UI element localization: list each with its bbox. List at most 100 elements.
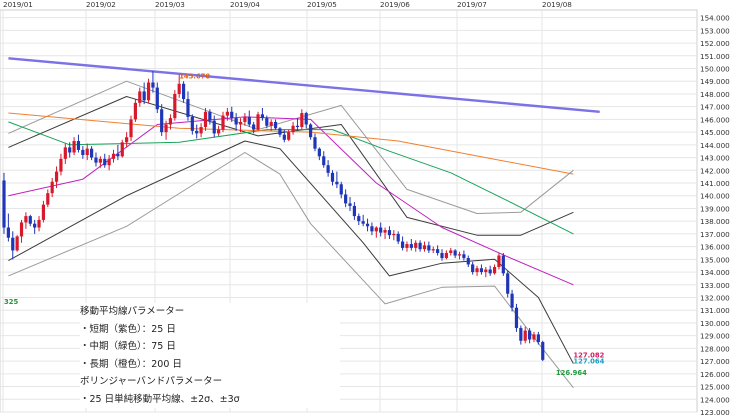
candle-body [506, 273, 510, 294]
candle-body [221, 115, 225, 130]
candle-body [335, 181, 339, 185]
candle-body [98, 158, 102, 163]
candle-body [195, 130, 199, 134]
candle-body [111, 153, 116, 159]
annotation-low: 126.964 [556, 369, 587, 377]
y-tick-label: 146.000 [700, 115, 730, 124]
candle-body [365, 223, 370, 227]
candle-body [116, 153, 120, 157]
candle-body [379, 227, 383, 233]
y-tick-label: 133.000 [700, 281, 730, 290]
y-tick-label: 124.000 [700, 395, 730, 404]
candle-body [278, 128, 282, 135]
candle-body [523, 330, 527, 341]
x-tick-label: 2019/06 [380, 0, 410, 9]
candle-body [528, 330, 532, 340]
candle-body [383, 230, 387, 233]
candle-body [361, 221, 365, 224]
x-tick-label: 2019/03 [155, 0, 185, 9]
y-tick-label: 154.000 [700, 14, 730, 23]
candle-body [247, 116, 251, 125]
candle-body [46, 193, 50, 205]
candle-body [59, 158, 63, 172]
annotation-high: 145.670 [179, 73, 210, 81]
candle-body [155, 87, 159, 110]
candle-body [54, 171, 59, 182]
y-tick-label: 143.000 [700, 154, 730, 163]
x-tick-label: 2019/05 [307, 0, 337, 9]
candle-body [344, 194, 348, 204]
y-tick-label: 137.000 [700, 230, 730, 239]
candle-body [217, 129, 221, 134]
candle-body [146, 82, 151, 101]
candle-body [120, 142, 124, 157]
candle-body [326, 165, 330, 173]
candle-body [177, 83, 181, 94]
candle-body [304, 113, 308, 125]
candle-body [252, 124, 256, 130]
ma-params-title: 移動平均線パラメーター [80, 306, 185, 317]
candle-body [151, 82, 155, 88]
candle-body [212, 120, 216, 134]
y-tick-label: 151.000 [700, 52, 730, 61]
candle-body [186, 99, 190, 117]
ma-mid-param: ・中期（緑色）：75 日 [80, 341, 176, 352]
candle-body [492, 266, 497, 274]
candle-body [63, 147, 67, 159]
candle-body [269, 121, 273, 126]
x-tick-label: 2019/07 [457, 0, 487, 9]
candle-body [453, 250, 457, 256]
candle-body [2, 180, 6, 228]
candle-body [405, 244, 409, 248]
candle-body [313, 137, 317, 149]
candle-body [41, 204, 46, 220]
candle-body [400, 241, 405, 248]
candle-body [436, 249, 440, 253]
y-tick-label: 152.000 [700, 39, 730, 48]
y-tick-label: 134.000 [700, 268, 730, 277]
candle-body [11, 237, 15, 251]
candle-body [440, 252, 444, 259]
candle-body [234, 118, 238, 125]
y-tick-label: 129.000 [700, 332, 730, 341]
y-tick-label: 126.000 [700, 370, 730, 379]
candle-body [444, 252, 448, 259]
y-tick-label: 131.000 [700, 306, 730, 315]
y-tick-label: 144.000 [700, 141, 730, 150]
y-tick-label: 149.000 [700, 77, 730, 86]
candle-body [317, 148, 321, 157]
candle-body [94, 157, 98, 163]
y-tick-label: 139.000 [700, 204, 730, 213]
y-tick-label: 147.000 [700, 103, 730, 112]
candle-body [501, 255, 505, 274]
y-tick-label: 148.000 [700, 90, 730, 99]
candle-body [230, 111, 234, 119]
candle-body [536, 334, 540, 343]
candle-body [300, 113, 304, 128]
candle-body [466, 258, 470, 265]
candle-body [24, 216, 28, 223]
candle-body [291, 125, 295, 133]
candle-body [160, 109, 164, 133]
candle-body [392, 233, 396, 236]
candle-body [282, 134, 286, 140]
candle-body [514, 307, 519, 329]
candle-body [339, 184, 343, 195]
candle-body [541, 342, 545, 360]
annotation-edge-value: 325 [4, 298, 18, 306]
candle-body [449, 250, 453, 253]
candle-body [462, 254, 466, 259]
y-tick-label: 138.000 [700, 217, 730, 226]
parameter-notes: 移動平均線パラメーター ・短期（紫色）：25 日 ・中期（緑色）：75 日 ・長… [80, 303, 340, 408]
y-tick-label: 153.000 [700, 26, 730, 35]
candle-body [85, 148, 89, 156]
candle-body [273, 121, 278, 129]
annotation-last-ask: 127.064 [573, 358, 604, 366]
candle-body [68, 147, 72, 153]
candle-body [484, 269, 488, 273]
candle-body [309, 124, 313, 138]
candle-body [19, 222, 24, 237]
candle-body [295, 125, 300, 128]
candle-body [133, 102, 137, 120]
x-tick-label: 2019/08 [542, 0, 572, 9]
